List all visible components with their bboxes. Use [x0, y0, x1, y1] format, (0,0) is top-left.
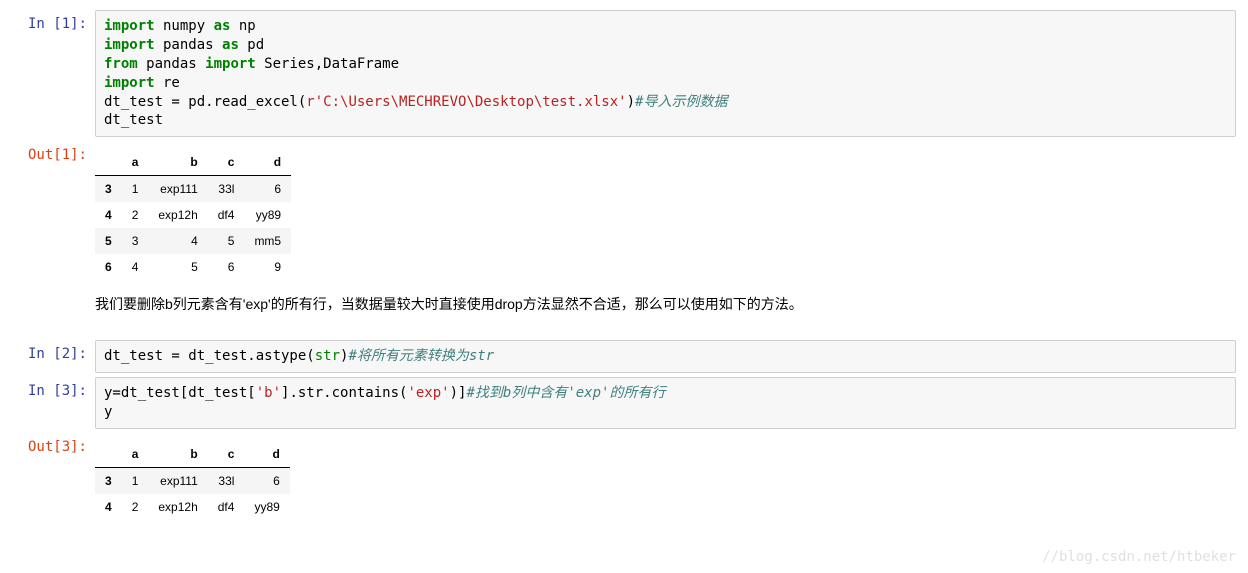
code-text: pandas — [138, 56, 205, 72]
prompt-out-3: Out[3]: — [0, 433, 95, 455]
cell: 5 — [148, 254, 207, 280]
cell: 4 — [122, 254, 149, 280]
keyword-as: as — [214, 18, 231, 34]
dataframe-table-1: a b c d 3 1 exp111 33l 6 4 2 exp12h — [95, 149, 291, 280]
row-index: 3 — [95, 468, 122, 495]
row-index: 6 — [95, 254, 122, 280]
code-text: y — [104, 404, 112, 420]
table-header — [95, 441, 122, 468]
code-text: )] — [450, 385, 467, 401]
row-index: 3 — [95, 176, 122, 203]
row-index: 4 — [95, 494, 122, 520]
code-text: numpy — [155, 18, 214, 34]
table-header: a — [122, 149, 149, 176]
code-text: re — [155, 75, 180, 91]
table-header-row: a b c d — [95, 441, 290, 468]
code-text: dt_test — [104, 112, 163, 128]
prompt-out-1: Out[1]: — [0, 141, 95, 163]
code-text: ) — [627, 94, 635, 110]
string-literal: r'C:\Users\MECHREVO\Desktop\test.xlsx' — [306, 94, 626, 110]
code-text: np — [230, 18, 255, 34]
code-text: Series,DataFrame — [256, 56, 399, 72]
cell: df4 — [208, 494, 245, 520]
code-text: pandas — [155, 37, 222, 53]
cell: 33l — [208, 176, 245, 203]
cell-in-2: In [2]: dt_test = dt_test.astype(str)#将所… — [0, 338, 1248, 375]
prompt-in-3: In [3]: — [0, 377, 95, 399]
cell: 5 — [208, 228, 245, 254]
table-header: c — [208, 149, 245, 176]
code-input-1[interactable]: import numpy as np import pandas as pd f… — [95, 10, 1236, 137]
table-row: 4 2 exp12h df4 yy89 — [95, 202, 291, 228]
keyword-import: import — [104, 37, 155, 53]
cell: 9 — [244, 254, 291, 280]
cell: exp111 — [148, 176, 207, 203]
cell-out-3: Out[3]: a b c d 3 1 exp111 33l 6 — [0, 431, 1248, 530]
cell: 3 — [122, 228, 149, 254]
cell: 2 — [122, 494, 149, 520]
table-row: 3 1 exp111 33l 6 — [95, 176, 291, 203]
cell: 33l — [208, 468, 245, 495]
cell: yy89 — [244, 494, 289, 520]
code-text: dt_test = dt_test.astype( — [104, 348, 315, 364]
string-literal: 'exp' — [407, 385, 449, 401]
prompt-in-2: In [2]: — [0, 340, 95, 362]
table-header-row: a b c d — [95, 149, 291, 176]
cell: exp111 — [148, 468, 207, 495]
watermark: //blog.csdn.net/htbeker — [1042, 549, 1236, 565]
row-index: 5 — [95, 228, 122, 254]
code-text: pd — [239, 37, 264, 53]
cell: 1 — [122, 468, 149, 495]
markdown-paragraph: 我们要删除b列元素含有'exp'的所有行，当数据量较大时直接使用drop方法显然… — [95, 294, 1248, 314]
cell-in-3: In [3]: y=dt_test[dt_test['b'].str.conta… — [0, 375, 1248, 431]
cell: 6 — [208, 254, 245, 280]
prompt-in-1: In [1]: — [0, 10, 95, 32]
cell: 1 — [122, 176, 149, 203]
cell-in-1: In [1]: import numpy as np import pandas… — [0, 8, 1248, 139]
cell: mm5 — [244, 228, 291, 254]
table-header: d — [244, 149, 291, 176]
comment: #导入示例数据 — [635, 94, 727, 110]
builtin: str — [315, 348, 340, 364]
output-area-1: a b c d 3 1 exp111 33l 6 4 2 exp12h — [95, 141, 1248, 336]
cell: 4 — [148, 228, 207, 254]
keyword-as: as — [222, 37, 239, 53]
table-header: a — [122, 441, 149, 468]
dataframe-table-2: a b c d 3 1 exp111 33l 6 4 2 exp12h — [95, 441, 290, 520]
table-row: 4 2 exp12h df4 yy89 — [95, 494, 290, 520]
table-header: c — [208, 441, 245, 468]
comment: #将所有元素转换为str — [348, 348, 494, 364]
keyword-import: import — [104, 18, 155, 34]
cell: 6 — [244, 468, 289, 495]
code-text: dt_test = pd.read_excel( — [104, 94, 306, 110]
table-row: 3 1 exp111 33l 6 — [95, 468, 290, 495]
cell-out-1: Out[1]: a b c d 3 1 exp111 33l 6 — [0, 139, 1248, 338]
code-input-3[interactable]: y=dt_test[dt_test['b'].str.contains('exp… — [95, 377, 1236, 429]
cell: df4 — [208, 202, 245, 228]
table-row: 5 3 4 5 mm5 — [95, 228, 291, 254]
table-row: 6 4 5 6 9 — [95, 254, 291, 280]
keyword-from: from — [104, 56, 138, 72]
cell: 6 — [244, 176, 291, 203]
output-area-3: a b c d 3 1 exp111 33l 6 4 2 exp12h — [95, 433, 1248, 528]
cell: exp12h — [148, 202, 207, 228]
keyword-import: import — [205, 56, 256, 72]
comment: #找到b列中含有'exp'的所有行 — [466, 385, 665, 401]
code-text: ].str.contains( — [281, 385, 407, 401]
cell: 2 — [122, 202, 149, 228]
code-text: y=dt_test[dt_test[ — [104, 385, 256, 401]
table-header: b — [148, 149, 207, 176]
table-header — [95, 149, 122, 176]
keyword-import: import — [104, 75, 155, 91]
string-literal: 'b' — [256, 385, 281, 401]
code-input-2[interactable]: dt_test = dt_test.astype(str)#将所有元素转换为st… — [95, 340, 1236, 373]
table-header: d — [244, 441, 289, 468]
cell: exp12h — [148, 494, 207, 520]
row-index: 4 — [95, 202, 122, 228]
table-header: b — [148, 441, 207, 468]
cell: yy89 — [244, 202, 291, 228]
